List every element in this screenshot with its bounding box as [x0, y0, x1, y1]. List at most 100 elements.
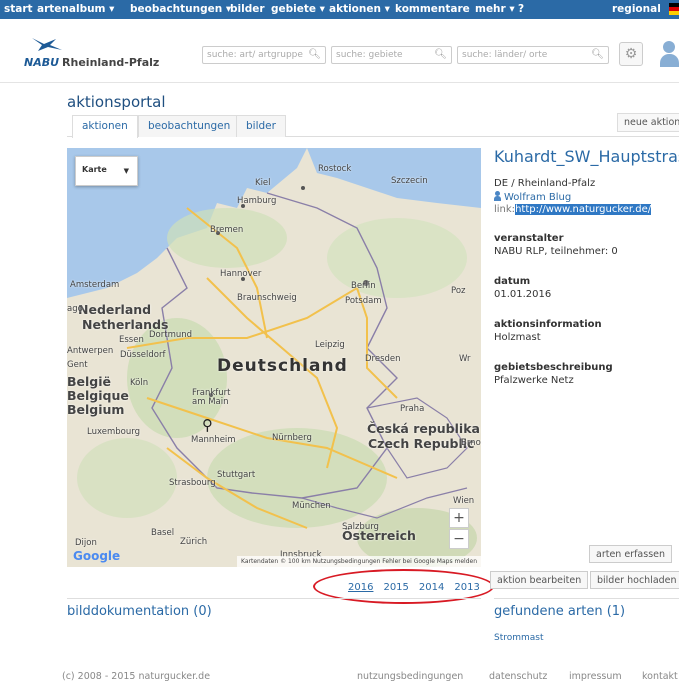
map-label-nederland: Nederland — [78, 302, 152, 317]
map-label-belgium: Belgium — [67, 402, 125, 417]
place-search-input[interactable]: suche: länder/ orte 🔍︎ — [457, 46, 609, 64]
settings-button[interactable]: ⚙ — [619, 42, 643, 66]
place-search-placeholder: suche: länder/ orte — [462, 50, 548, 60]
map-label-bremen: Bremen — [210, 225, 244, 235]
nav-start[interactable]: start — [4, 3, 33, 15]
nav-kommentare[interactable]: kommentare — [395, 3, 470, 15]
search-icon[interactable]: 🔍︎ — [308, 49, 321, 60]
map-attribution[interactable]: Kartendaten © 100 km Nutzungsbedingungen… — [237, 556, 481, 567]
map-label-frankfurt: Frankfurt am Main — [192, 388, 231, 407]
map-label-stuttgart: Stuttgart — [217, 470, 256, 480]
tab-beobachtungen[interactable]: beobachtungen — [138, 115, 241, 137]
search-icon[interactable]: 🔍︎ — [434, 49, 447, 60]
edit-action-button[interactable]: aktion bearbeiten — [490, 571, 589, 589]
logo-brand: NABU — [24, 56, 60, 69]
google-logo[interactable]: Google — [73, 549, 120, 563]
area-search-input[interactable]: suche: gebiete 🔍︎ — [331, 46, 452, 64]
map-view[interactable]: Karte ▼ Kiel Rostock Hamburg Szczecin Br… — [67, 148, 481, 567]
chevron-down-icon: ▼ — [123, 167, 129, 175]
species-search-input[interactable]: suche: art/ artgruppe 🔍︎ — [202, 46, 326, 64]
nav-beobachtungen[interactable]: beobachtungen ▾ — [130, 3, 231, 15]
nav-bilder[interactable]: bilder — [230, 3, 265, 15]
action-person-name: Wolfram Blug — [504, 192, 572, 203]
action-location-marker-icon[interactable]: ⚲ — [202, 416, 213, 434]
user-icon[interactable] — [660, 41, 679, 67]
new-action-button[interactable]: neue aktion — [617, 113, 679, 132]
footer-terms-link[interactable]: nutzungsbedingungen — [357, 671, 463, 682]
info-value: Holzmast — [494, 332, 541, 343]
map-label-deutschland: Deutschland — [217, 356, 348, 376]
map-label-belgie: België — [67, 374, 112, 389]
search-icon[interactable]: 🔍︎ — [591, 49, 604, 60]
map-label-wr: Wr — [459, 354, 471, 364]
action-link-row: link:http://www.naturgucker.de/ — [494, 204, 652, 215]
action-title: Kuhardt_SW_Hauptstrase_ — [494, 147, 679, 166]
nabu-logo[interactable]: NABU Rheinland-Pfalz — [24, 56, 159, 69]
date-value: 01.01.2016 — [494, 289, 552, 300]
top-navigation: start artenalbum ▾ beobachtungen ▾ bilde… — [0, 0, 679, 19]
map-label-mannheim: Mannheim — [191, 435, 236, 445]
area-value: Pfalzwerke Netz — [494, 375, 574, 386]
tab-bilder[interactable]: bilder — [236, 115, 286, 137]
map-label-kiel: Kiel — [255, 178, 271, 188]
map-type-value: Karte — [82, 165, 107, 174]
zoom-in-button[interactable]: + — [449, 508, 469, 528]
nav-help[interactable]: ? — [518, 3, 524, 15]
date-label: datum — [494, 276, 531, 287]
map-label-leipzig: Leipzig — [315, 340, 345, 350]
gear-icon: ⚙ — [624, 46, 638, 62]
species-list-item[interactable]: Strommast — [494, 633, 544, 643]
german-flag-icon[interactable] — [669, 3, 679, 15]
map-label-nurnberg: Nürnberg — [272, 433, 312, 443]
divider — [67, 598, 481, 599]
map-label-dresden: Dresden — [365, 354, 401, 364]
map-label-dusseldorf: Düsseldorf — [120, 350, 166, 360]
map-label-praha: Praha — [400, 404, 425, 414]
action-region: DE / Rheinland-Pfalz — [494, 178, 596, 189]
zoom-out-button[interactable]: − — [449, 529, 469, 549]
map-label-dortmund: Dortmund — [149, 330, 193, 340]
map-label-koln: Köln — [130, 378, 149, 388]
map-label-szczecin: Szczecin — [391, 176, 428, 186]
action-person[interactable]: Wolfram Blug — [494, 191, 571, 203]
nav-gebiete[interactable]: gebiete ▾ — [271, 3, 325, 15]
map-label-luxembourg: Luxembourg — [87, 427, 140, 437]
map-label-strasbourg: Strasbourg — [169, 478, 216, 488]
logo-region: Rheinland-Pfalz — [62, 56, 160, 69]
image-documentation-heading: bilddokumentation (0) — [67, 604, 212, 619]
map-label-osterreich: Österreich — [342, 528, 416, 543]
record-species-button[interactable]: arten erfassen — [589, 545, 673, 563]
map-label-potsdam: Potsdam — [345, 296, 382, 306]
page-title: aktionsportal — [67, 93, 166, 111]
map-label-munchen: München — [292, 501, 331, 511]
footer-copyright: (c) 2008 - 2015 naturgucker.de — [62, 671, 211, 682]
map-label-hannover: Hannover — [220, 269, 262, 279]
map-label-belgique: Belgique — [67, 388, 129, 403]
area-label: gebietsbeschreibung — [494, 362, 613, 373]
person-icon — [494, 191, 501, 201]
footer-imprint-link[interactable]: impressum — [569, 671, 622, 682]
nav-aktionen[interactable]: aktionen ▾ — [329, 3, 390, 15]
map-label-basel: Basel — [151, 528, 175, 538]
tab-aktionen[interactable]: aktionen — [72, 115, 138, 138]
footer-contact-link[interactable]: kontakt — [642, 671, 678, 682]
map-label-rostock: Rostock — [318, 164, 352, 174]
info-label: aktionsinformation — [494, 319, 602, 330]
nav-regional[interactable]: regional — [612, 3, 661, 15]
map-label-brno: Brno — [461, 438, 481, 448]
map-label-gent: Gent — [67, 360, 88, 370]
divider — [494, 598, 679, 599]
species-search-placeholder: suche: art/ artgruppe — [207, 50, 303, 60]
nav-artenalbum[interactable]: artenalbum ▾ — [37, 3, 114, 15]
map-label-zurich: Zürich — [180, 537, 208, 547]
nav-mehr[interactable]: mehr ▾ — [475, 3, 515, 15]
map-label-antwerpen: Antwerpen — [67, 346, 114, 356]
map-label-ceska: Česká republika — [367, 421, 480, 436]
map-label-czech: Czech Republic — [368, 436, 475, 451]
footer-privacy-link[interactable]: datenschutz — [489, 671, 547, 682]
map-type-select[interactable]: Karte ▼ — [75, 156, 138, 186]
upload-images-button[interactable]: bilder hochladen — [590, 571, 679, 589]
nabu-bird-icon — [32, 38, 62, 51]
action-link[interactable]: http://www.naturgucker.de/ — [515, 204, 652, 215]
map-label-wien: Wien — [453, 496, 475, 506]
